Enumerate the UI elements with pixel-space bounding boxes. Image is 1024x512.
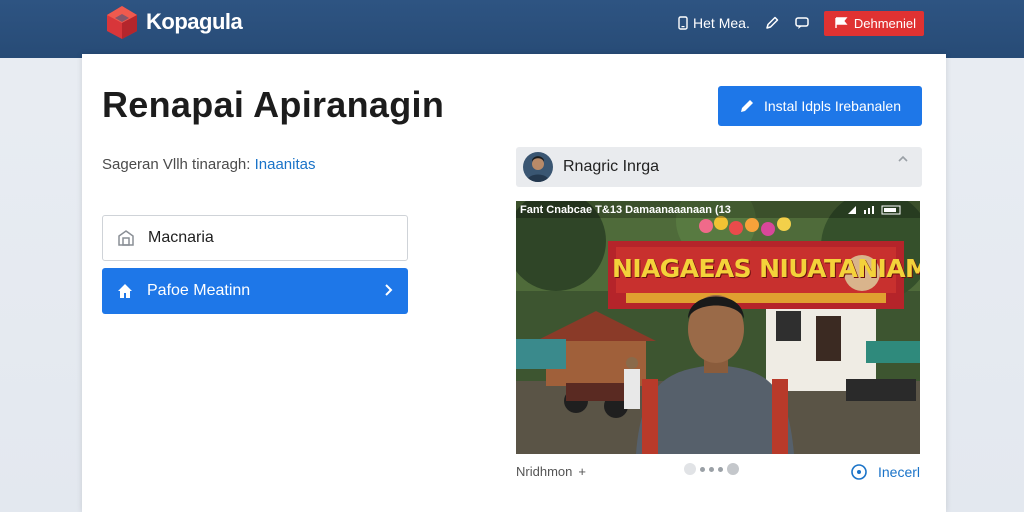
primary-option-button[interactable]: Pafoe Meatinn (102, 268, 408, 314)
nav-link-label: Het Mea. (693, 15, 750, 31)
brand-mark-icon (107, 6, 137, 39)
top-navigation-bar: Kopagula Het Mea. Dehmeniel (0, 0, 1024, 58)
subtitle-link[interactable]: Inaanitas (255, 156, 316, 173)
header-cta-label: Dehmeniel (853, 15, 916, 31)
avatar (523, 152, 553, 182)
photo-pager[interactable] (684, 463, 739, 475)
home-icon (118, 284, 132, 298)
secondary-option-label: Macnaria (148, 229, 214, 246)
signal-battery-icon (848, 205, 901, 214)
event-photo[interactable]: Fant Cnabcae T&13 Damaanaaanaan (13 NIAG… (516, 201, 920, 454)
report-link[interactable]: Inecerl (850, 463, 920, 481)
pager-dot[interactable] (700, 466, 705, 472)
main-card: Renapai Apiranagin Sageran Vllh tinaragh… (82, 54, 946, 512)
primary-option-label: Pafoe Meatinn (147, 282, 251, 299)
pager-dot[interactable] (684, 463, 696, 475)
subtitle-text: Sageran Vllh tinaragh: (102, 156, 251, 173)
header-cta-button[interactable]: Dehmeniel (823, 10, 924, 36)
brand-logo[interactable]: Kopagula (104, 4, 243, 40)
page-subtitle: Sageran Vllh tinaragh: Inaanitas (102, 156, 316, 173)
nav-link[interactable]: Het Mea. (677, 15, 750, 31)
pager-dot[interactable] (709, 466, 714, 472)
install-button[interactable]: Instal Idpls Irebanalen (718, 86, 922, 126)
info-circle-icon (851, 464, 867, 480)
edit-button[interactable] (764, 15, 780, 31)
pager-dot-active[interactable] (727, 463, 739, 475)
chat-icon (795, 17, 809, 29)
flag-icon (835, 17, 848, 28)
page-title: Renapai Apiranagin (102, 84, 445, 125)
pen-icon (766, 16, 779, 29)
photo-caption: Nridhmon + (516, 464, 586, 479)
top-nav: Het Mea. Dehmeniel (677, 10, 924, 36)
photo-banner-text: NIAGAEAS NIUATANIAMAGA (612, 254, 920, 283)
photo-status-text: Fant Cnabcae T&13 Damaanaaanaan (13 (520, 203, 731, 216)
edit-icon (741, 100, 753, 112)
photo-caption-plus[interactable]: + (578, 464, 586, 479)
brand-name: Kopagula (146, 9, 243, 34)
photo-caption-text: Nridhmon (516, 464, 573, 479)
chat-button[interactable] (794, 15, 810, 31)
report-link-label: Inecerl (878, 464, 921, 480)
secondary-option-button[interactable]: Macnaria (102, 215, 408, 261)
user-name: Rnagric Inrga (563, 158, 660, 175)
store-icon (118, 230, 134, 246)
mobile-icon (678, 16, 688, 30)
install-label: Instal Idpls Irebanalen (764, 98, 901, 114)
chevron-right-icon (385, 284, 393, 296)
chevron-up-icon (898, 155, 908, 162)
user-selector[interactable]: Rnagric Inrga (516, 147, 922, 187)
photo-status-bar: Fant Cnabcae T&13 Damaanaaanaan (13 (516, 201, 920, 218)
photo-image (516, 201, 920, 454)
pager-dot[interactable] (718, 466, 723, 472)
